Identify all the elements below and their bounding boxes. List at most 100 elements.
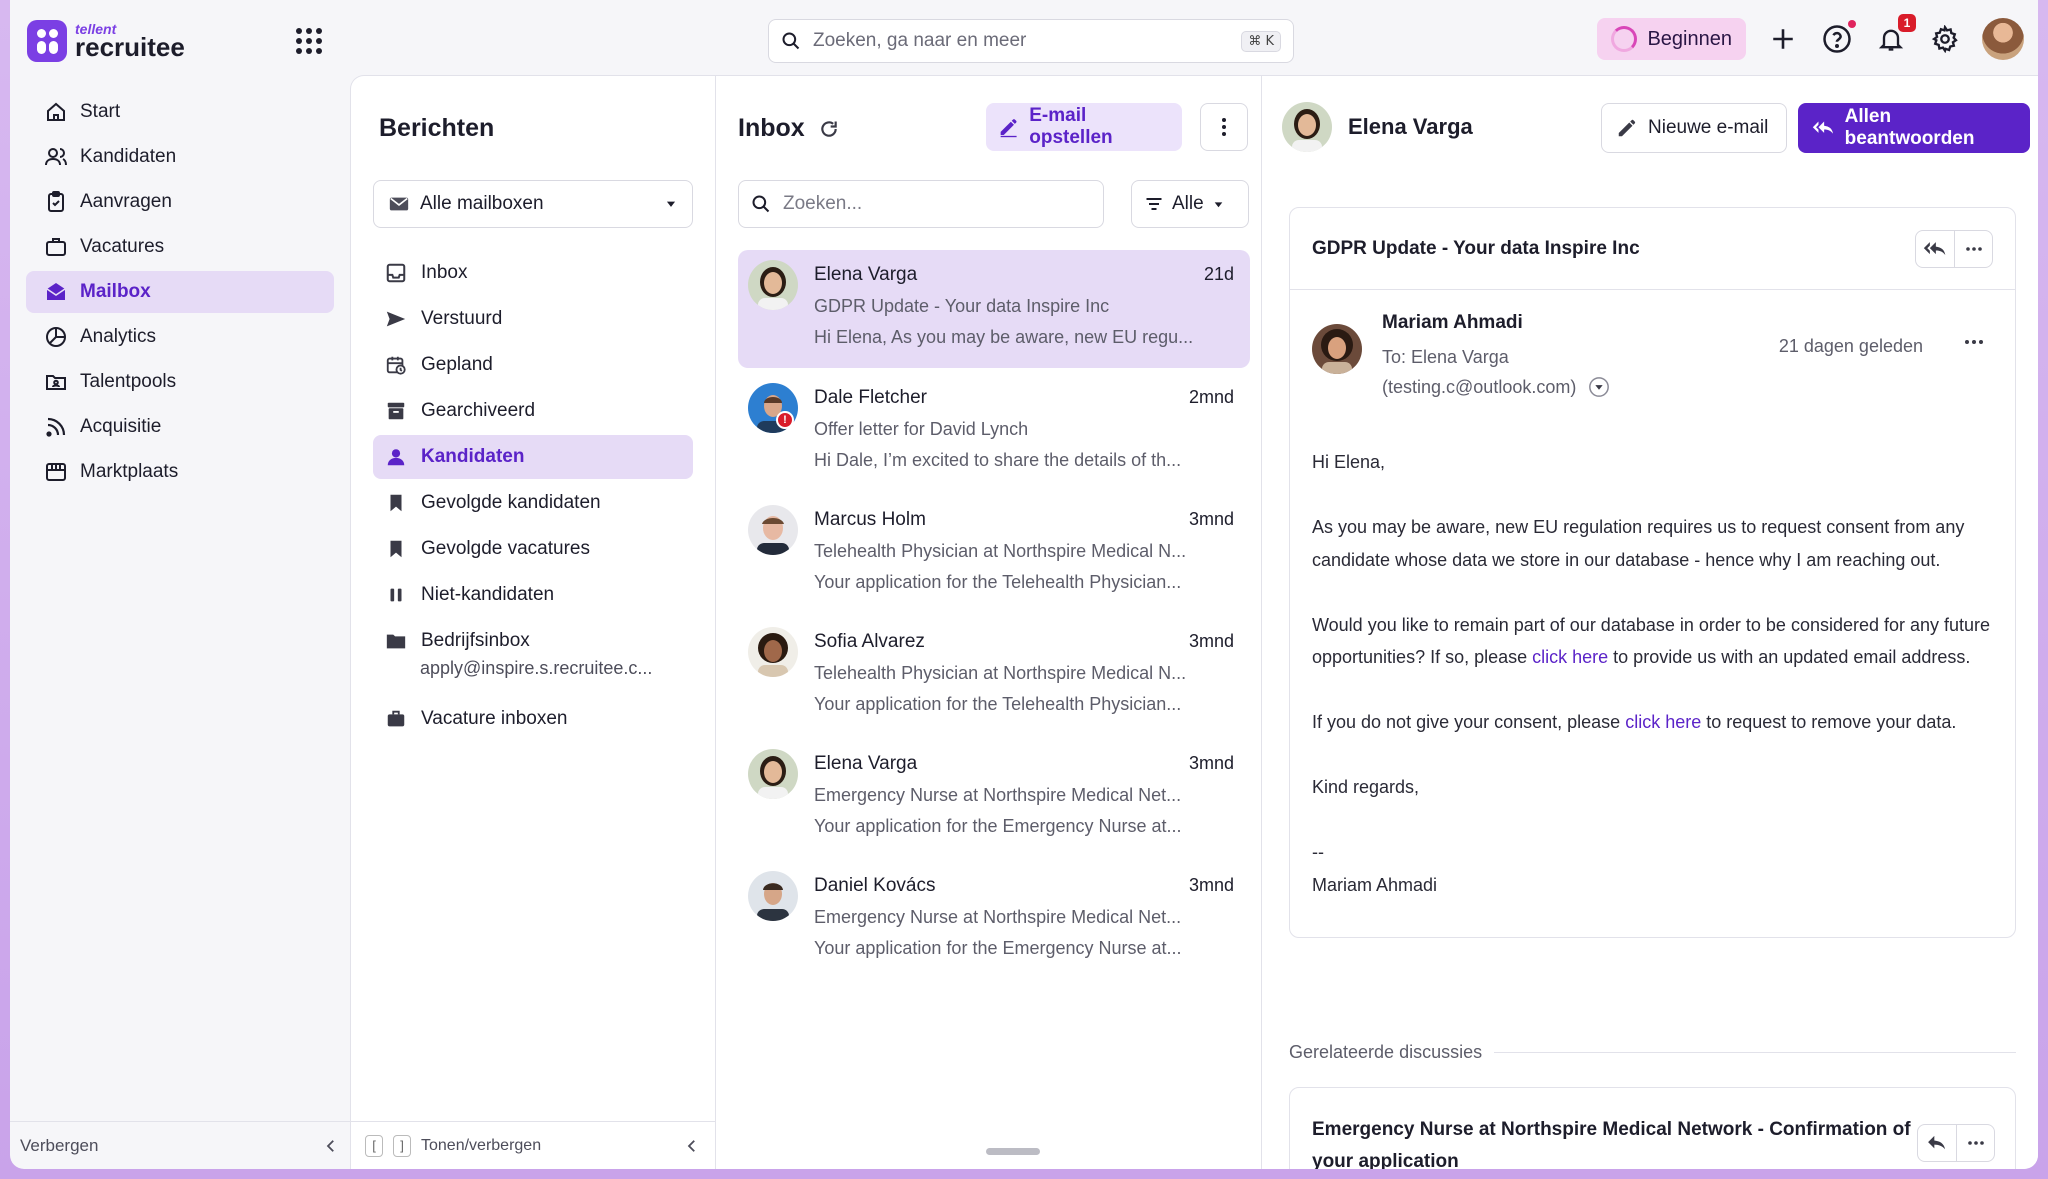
top-bar: tellent recruitee Zoeken, ga naar en mee… <box>10 0 2038 76</box>
folder-gepland[interactable]: Gepland <box>373 343 693 387</box>
message-snippet: Your application for the Emergency Nurse… <box>814 816 1182 836</box>
add-button[interactable] <box>1766 22 1800 56</box>
reply-all-small-button[interactable] <box>1916 231 1954 267</box>
folders-panel: Berichten Alle mailboxen Inbox Verstuurd… <box>350 75 715 1169</box>
settings-button[interactable] <box>1928 22 1962 56</box>
nav-item-analytics[interactable]: Analytics <box>26 316 334 358</box>
chevron-left-icon[interactable] <box>322 1137 340 1155</box>
folder-gevolgde-kandidaten[interactable]: Gevolgde kandidaten <box>373 481 693 525</box>
message-item[interactable]: Marcus Holm 3mnd Telehealth Physician at … <box>738 495 1250 613</box>
caret-down-icon <box>1214 201 1222 207</box>
help-button[interactable] <box>1820 20 1856 56</box>
more-horizontal-icon <box>1967 1141 1984 1145</box>
nav-item-aanvragen[interactable]: Aanvragen <box>26 181 334 223</box>
nav-item-marktplaats[interactable]: Marktplaats <box>26 451 334 493</box>
bracket-close-key: ] <box>393 1134 411 1157</box>
global-search-input[interactable]: Zoeken, ga naar en meer ⌘ K <box>768 19 1294 63</box>
hide-nav-label[interactable]: Verbergen <box>20 1136 98 1156</box>
related-more-button[interactable] <box>1956 1125 1994 1161</box>
folder-bedrijfsinbox[interactable]: Bedrijfsinbox <box>373 619 693 663</box>
consent-link[interactable]: click here <box>1532 647 1608 667</box>
message-item[interactable]: Daniel Kovács 3mnd Emergency Nurse at Nor… <box>738 861 1250 979</box>
nav-item-mailbox[interactable]: Mailbox <box>26 271 334 313</box>
notifications-button[interactable]: 1 <box>1874 14 1916 56</box>
contact-avatar[interactable] <box>1282 102 1332 152</box>
message-item[interactable]: ! Dale Fletcher 2mnd Offer letter for Dav… <box>738 373 1250 491</box>
folder-kandidaten[interactable]: Kandidaten <box>373 435 693 479</box>
message-snippet: Your application for the Emergency Nurse… <box>814 938 1182 958</box>
nav-item-start[interactable]: Start <box>26 91 334 133</box>
app-window: tellent recruitee Zoeken, ga naar en mee… <box>10 0 2038 1169</box>
folder-gearchiveerd[interactable]: Gearchiveerd <box>373 389 693 433</box>
message-subject: Emergency Nurse at Northspire Medical Ne… <box>814 785 1182 805</box>
related-thread-subject: Emergency Nurse at Northspire Medical Ne… <box>1312 1119 1911 1169</box>
contact-name[interactable]: Elena Varga <box>1348 114 1473 140</box>
message-snippet: Hi Dale, I’m excited to share the detail… <box>814 450 1182 470</box>
reply-all-icon <box>1923 241 1946 255</box>
recipient-email: (testing.c@outlook.com) <box>1382 377 1577 397</box>
message-item[interactable]: Elena Varga 3mnd Emergency Nurse at North… <box>738 739 1250 857</box>
compose-email-label: E-mail opstellen <box>1029 105 1113 148</box>
folders-footer: [ ] Tonen/verbergen <box>351 1121 715 1169</box>
user-avatar[interactable] <box>1982 18 2024 60</box>
message-snippet: Hi Elena, As you may be aware, new EU re… <box>814 327 1194 347</box>
message-subject: GDPR Update - Your data Inspire Inc <box>814 296 1110 316</box>
apps-grid-icon[interactable] <box>296 28 322 54</box>
folder-verstuurd[interactable]: Verstuurd <box>373 297 693 341</box>
chevron-left-icon[interactable] <box>683 1137 701 1155</box>
nav-item-kandidaten[interactable]: Kandidaten <box>26 136 334 178</box>
more-vertical-icon <box>1222 118 1226 136</box>
envelope-icon <box>389 197 409 211</box>
message-time: 21d <box>1203 264 1234 284</box>
calendar-clock-icon <box>386 356 406 375</box>
refresh-icon[interactable] <box>819 119 839 139</box>
logo[interactable]: tellent recruitee <box>27 20 185 62</box>
nav-item-talentpools[interactable]: Talentpools <box>26 361 334 403</box>
message-subject: Offer letter for David Lynch <box>814 419 1029 439</box>
rss-icon <box>46 417 66 437</box>
message-item[interactable]: Elena Varga 21d GDPR Update - Your data I… <box>738 250 1250 368</box>
nav-item-acquisitie[interactable]: Acquisitie <box>26 406 334 448</box>
remove-data-link[interactable]: click here <box>1625 712 1701 732</box>
folder-inbox[interactable]: Inbox <box>373 251 693 295</box>
inbox-search-input[interactable]: Zoeken... <box>738 180 1104 228</box>
compose-email-button[interactable]: E-mail opstellen <box>986 103 1182 151</box>
help-circle-icon <box>1823 25 1851 53</box>
send-icon <box>386 311 406 327</box>
mailbox-select[interactable]: Alle mailboxen <box>373 180 693 228</box>
folder-label: Gepland <box>421 354 493 375</box>
mailbox-select-value: Alle mailboxen <box>420 193 544 214</box>
folder-vacature-inboxen[interactable]: Vacature inboxen <box>373 697 693 741</box>
message-item[interactable]: Sofia Alvarez 3mnd Telehealth Physician a… <box>738 617 1250 735</box>
begin-button[interactable]: Beginnen <box>1597 18 1746 60</box>
filter-dropdown[interactable]: Alle <box>1131 180 1249 228</box>
begin-button-label: Beginnen <box>1647 27 1732 50</box>
recipient-line: To: Elena Varga <box>1382 347 1509 367</box>
related-thread-card[interactable]: Emergency Nurse at Northspire Medical Ne… <box>1289 1087 2016 1169</box>
avatar <box>748 749 798 799</box>
new-email-button[interactable]: Nieuwe e-mail <box>1601 103 1787 153</box>
reply-all-button[interactable]: Allen beantwoorden <box>1798 103 2030 153</box>
more-horizontal-icon[interactable] <box>1965 340 1983 344</box>
reader-panel: Elena Varga Nieuwe e-mail Allen beantwoo… <box>1261 75 2038 1169</box>
store-icon <box>46 463 66 481</box>
nav-item-vacatures[interactable]: Vacatures <box>26 226 334 268</box>
reply-small-button[interactable] <box>1918 1125 1956 1161</box>
nav-label: Acquisitie <box>80 416 162 437</box>
users-icon <box>45 148 67 166</box>
avatar <box>748 505 798 555</box>
expand-details-icon[interactable] <box>1588 376 1610 398</box>
folder-niet-kandidaten[interactable]: Niet-kandidaten <box>373 573 693 617</box>
inbox-more-button[interactable] <box>1200 103 1248 151</box>
toggle-folders-label[interactable]: Tonen/verbergen <box>421 1137 541 1155</box>
global-search-placeholder: Zoeken, ga naar en meer <box>813 30 1027 51</box>
main-navigation: Start Kandidaten Aanvragen Vacatures Mai… <box>10 76 350 1169</box>
resize-handle[interactable] <box>986 1148 1040 1155</box>
nav-label: Start <box>80 101 121 122</box>
pencil-icon <box>1000 119 1017 138</box>
thread-more-button[interactable] <box>1954 230 1992 267</box>
folder-gevolgde-vacatures[interactable]: Gevolgde vacatures <box>373 527 693 571</box>
nav-label: Marktplaats <box>80 461 179 482</box>
message-from: Daniel Kovács <box>814 875 936 896</box>
message-from: Sofia Alvarez <box>814 631 925 652</box>
